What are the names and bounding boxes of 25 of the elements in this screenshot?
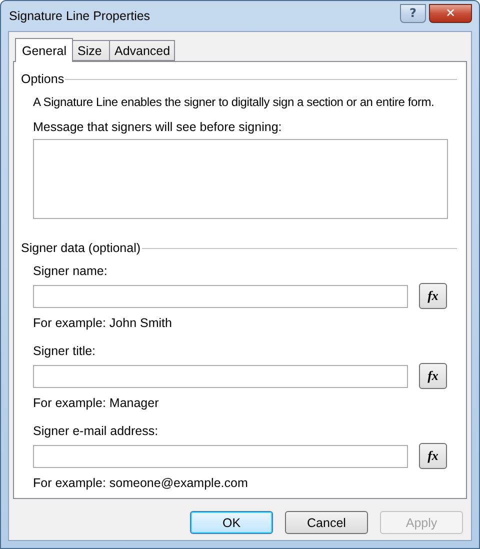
example-text: For example: Manager xyxy=(33,396,159,410)
help-button[interactable]: ? xyxy=(400,4,426,22)
function-button[interactable]: fx xyxy=(419,363,447,389)
input-field[interactable] xyxy=(33,364,408,388)
field-label: Signer e-mail address: xyxy=(33,424,158,438)
description-text: A Signature Line enables the signer to digitally sign a section or an entire form. xyxy=(33,95,434,109)
window-title: Signature Line Properties xyxy=(8,9,152,23)
field-label: Message that signers will see before signing: xyxy=(33,120,282,134)
tab[interactable]: Size xyxy=(72,40,110,61)
tab[interactable]: General xyxy=(15,38,74,62)
input-field[interactable] xyxy=(33,444,408,468)
field-label: Signer title: xyxy=(33,344,96,358)
example-text: For example: someone@example.com xyxy=(33,476,248,490)
tab[interactable]: Advanced xyxy=(109,40,176,61)
input-field[interactable] xyxy=(33,284,408,308)
example-text: For example: John Smith xyxy=(33,316,172,330)
function-button[interactable]: fx xyxy=(419,443,447,469)
close-button[interactable]: ✕ xyxy=(429,4,472,22)
dialog-button[interactable]: Cancel xyxy=(285,511,368,534)
dialog-button[interactable]: OK xyxy=(190,511,273,534)
group-heading: Signer data (optional) xyxy=(21,241,141,255)
field-label: Signer name: xyxy=(33,264,108,278)
function-button[interactable]: fx xyxy=(419,283,447,309)
group-heading: Options xyxy=(21,72,64,86)
message-field[interactable] xyxy=(33,139,448,219)
